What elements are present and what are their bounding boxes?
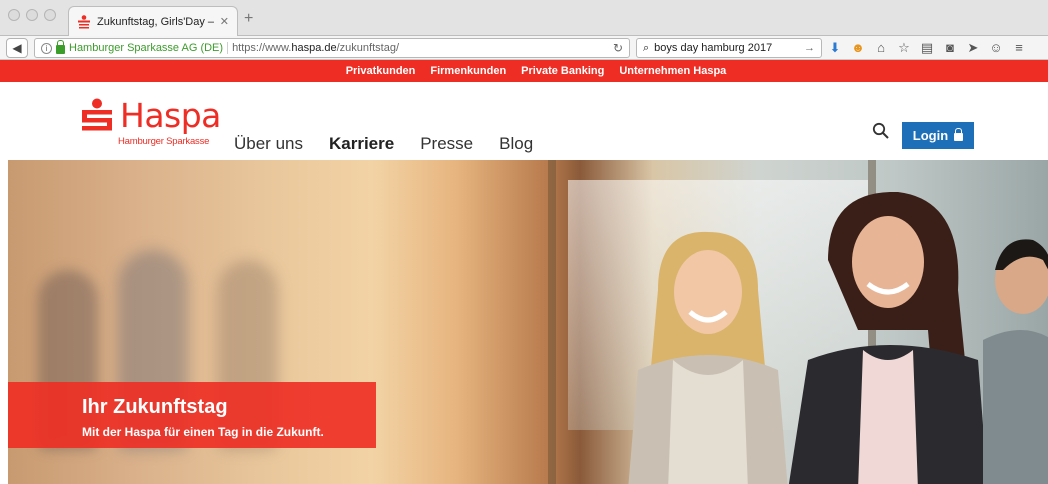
site-info-icon[interactable]: i	[41, 42, 52, 54]
browser-navigation-bar: ◀ i Hamburger Sparkasse AG (DE) https://…	[0, 36, 1048, 60]
reading-list-icon[interactable]: ▤	[920, 39, 934, 57]
search-go-icon[interactable]: →	[804, 42, 815, 54]
meta-nav-privatkunden[interactable]: Privatkunden	[346, 65, 416, 77]
home-icon[interactable]: ⌂	[874, 39, 888, 57]
address-separator	[227, 42, 229, 54]
tab-title: Zukunftstag, Girls'Day – S...	[97, 15, 214, 28]
meta-nav-private-banking[interactable]: Private Banking	[521, 65, 604, 77]
meta-nav-unternehmen-haspa[interactable]: Unternehmen Haspa	[619, 65, 726, 77]
hero-person-brunette	[788, 191, 988, 484]
browser-toolbar-icons: ⬇ ☻ ⌂ ☆ ▤ ◙ ➤ ☺ ≡	[828, 39, 1026, 57]
browser-tab-active[interactable]: Zukunftstag, Girls'Day – S... ✕	[68, 6, 238, 36]
download-icon[interactable]: ⬇	[828, 39, 842, 57]
sparkasse-favicon-icon	[77, 14, 91, 29]
url-domain: haspa.de	[291, 42, 337, 54]
tab-close-icon[interactable]: ✕	[220, 15, 229, 28]
menu-icon[interactable]: ≡	[1012, 39, 1026, 57]
url-path: /zukunftstag/	[336, 42, 399, 54]
nav-karriere[interactable]: Karriere	[329, 134, 394, 154]
sparkasse-s-icon	[82, 98, 112, 131]
search-icon[interactable]	[872, 122, 890, 140]
bookmark-star-icon[interactable]: ☆	[897, 39, 911, 57]
lock-icon	[954, 128, 964, 141]
main-navigation: Über uns Karriere Presse Blog	[234, 134, 533, 154]
meta-navigation: Privatkunden Firmenkunden Private Bankin…	[0, 60, 1048, 82]
logo-subtitle: Hamburger Sparkasse	[118, 136, 210, 147]
back-arrow-icon: ◀	[12, 41, 22, 55]
login-label: Login	[912, 128, 949, 143]
window-minimize-button[interactable]	[26, 9, 38, 21]
window-frame	[548, 160, 556, 484]
hero-banner: Ihr Zukunftstag Mit der Haspa für einen …	[8, 160, 1048, 484]
magnifier-icon: ⌕	[643, 41, 650, 54]
nav-presse[interactable]: Presse	[420, 134, 473, 154]
login-button[interactable]: Login	[902, 122, 974, 149]
browser-search-field[interactable]: ⌕ boys day hamburg 2017 →	[636, 38, 822, 58]
browser-tab-strip: Zukunftstag, Girls'Day – S... ✕ +	[0, 0, 1048, 36]
nav-ueber-uns[interactable]: Über uns	[234, 134, 303, 154]
hero-subtitle: Mit der Haspa für einen Tag in die Zukun…	[82, 425, 324, 439]
hero-person-blonde	[628, 231, 788, 484]
hero-person-background	[983, 239, 1048, 484]
hero-caption-box: Ihr Zukunftstag Mit der Haspa für einen …	[8, 382, 376, 448]
reload-icon[interactable]: ↻	[613, 41, 623, 55]
search-query: boys day hamburg 2017	[654, 42, 773, 54]
chat-icon[interactable]: ☺	[989, 39, 1003, 57]
window-zoom-button[interactable]	[44, 9, 56, 21]
site-identity: Hamburger Sparkasse AG (DE)	[69, 42, 224, 54]
back-button[interactable]: ◀	[6, 38, 28, 58]
secure-lock-icon	[56, 40, 65, 54]
pocket-icon[interactable]: ◙	[943, 39, 957, 57]
address-bar[interactable]: i Hamburger Sparkasse AG (DE) https://ww…	[34, 38, 630, 58]
hero-title: Ihr Zukunftstag	[82, 396, 228, 418]
site-header: Haspa Hamburger Sparkasse Über uns Karri…	[0, 82, 1048, 160]
new-tab-button[interactable]: +	[244, 11, 253, 27]
haspa-logo[interactable]: Haspa Hamburger Sparkasse	[82, 96, 222, 148]
url-text[interactable]: https://www.haspa.de/zukunftstag/	[232, 42, 609, 54]
ghostery-icon[interactable]: ☻	[851, 39, 865, 57]
url-prefix: https://www.	[232, 42, 292, 54]
window-close-button[interactable]	[8, 9, 20, 21]
logo-brand: Haspa	[120, 96, 221, 135]
nav-blog[interactable]: Blog	[499, 134, 533, 154]
meta-nav-firmenkunden[interactable]: Firmenkunden	[430, 65, 506, 77]
send-icon[interactable]: ➤	[966, 39, 980, 57]
